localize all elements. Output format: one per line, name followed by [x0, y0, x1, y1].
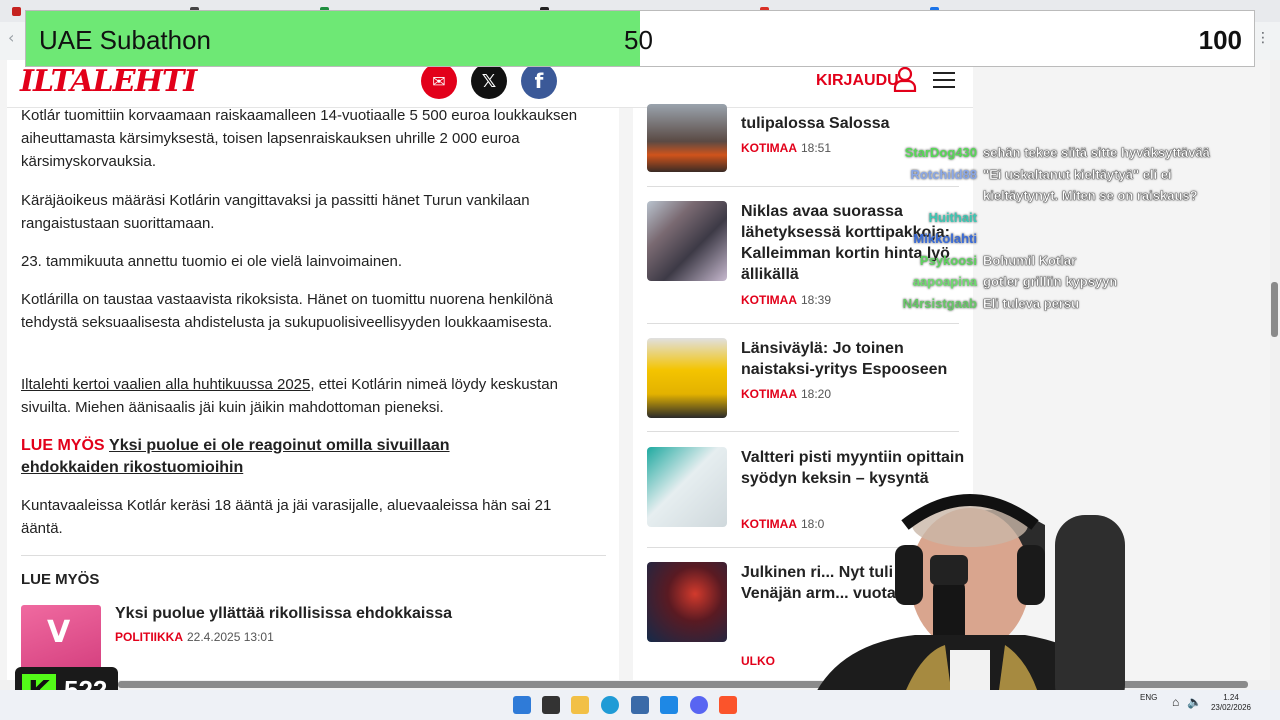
gmail-tab-icon[interactable] — [12, 7, 21, 16]
screen: ‹ ⋮ ILTALEHTI ✉ 𝕏 f KIRJAUDU Kotlár tuom… — [0, 0, 1280, 720]
chat-message: Rotchild88 "Ei uskaltanut kieltäytyä" eli… — [895, 166, 1270, 189]
login-link[interactable]: KIRJAUDU — [816, 72, 899, 90]
news-title[interactable]: tulipalossa Salossa — [741, 113, 966, 134]
read-also-label: LUE MYÖS — [21, 437, 105, 454]
subathon-title: UAE Subathon — [39, 25, 212, 55]
edge-icon[interactable] — [601, 696, 619, 714]
news-thumbnail[interactable] — [647, 104, 727, 172]
vertical-scrollbar-thumb[interactable] — [1271, 282, 1278, 337]
category-label[interactable]: POLITIIKKA — [115, 630, 183, 644]
timestamp: 18:51 — [801, 141, 832, 155]
hamburger-menu-icon[interactable] — [933, 72, 955, 88]
chat-message: Psykoosi Bohumil Kotlar — [895, 252, 1270, 275]
app-icon[interactable] — [660, 696, 678, 714]
article-paragraph-linked: Iltalehti kertoi vaalien alla huhtikuuss… — [21, 373, 581, 419]
news-meta: KOTIMAA 18:20 — [741, 387, 831, 401]
news-thumbnail[interactable] — [647, 338, 727, 418]
chat-text: Bohumil Kotlar — [983, 252, 1077, 268]
system-clock[interactable]: 1.24 23/02/2026 — [1208, 693, 1254, 713]
chat-text: "Ei uskaltanut kieltäytyä" eli ei — [983, 166, 1172, 182]
discord-icon[interactable] — [690, 696, 708, 714]
chat-message: Mikkolahti — [895, 231, 1270, 253]
chat-message: Huithait — [895, 210, 1270, 232]
file-explorer-icon[interactable] — [571, 696, 589, 714]
task-view-icon[interactable] — [542, 696, 560, 714]
chat-username: Mikkolahti — [913, 231, 977, 246]
back-arrow-icon[interactable]: ‹ — [8, 28, 14, 47]
chat-text: Eli tuleva persu — [983, 295, 1080, 311]
chat-text: sehän tekee siitä sitte hyväksyttävää — [983, 145, 1210, 160]
read-also-inline: LUE MYÖS Yksi puolue ei ole reagoinut om… — [21, 435, 541, 479]
timestamp: 18:39 — [801, 293, 832, 307]
timestamp: 22.4.2025 13:01 — [187, 630, 274, 644]
brave-icon[interactable] — [719, 696, 737, 714]
subathon-max: 100 — [1198, 25, 1242, 55]
windows-start-icon[interactable] — [513, 696, 531, 714]
site-logo[interactable]: ILTALEHTI — [20, 64, 197, 99]
news-meta: KOTIMAA 18:39 — [741, 293, 831, 307]
keyboard-language[interactable]: ENG — [1140, 693, 1157, 703]
share-x-icon[interactable]: 𝕏 — [471, 63, 507, 99]
news-title[interactable]: Länsiväylä: Jo toinen naistaksi-yritys E… — [741, 338, 966, 380]
article-paragraph: Kuntavaaleissa Kotlár keräsi 18 ääntä ja… — [21, 497, 552, 537]
divider — [647, 323, 959, 324]
timestamp: 18:20 — [801, 387, 832, 401]
chat-username: Psykoosi — [919, 252, 977, 268]
user-icon[interactable] — [893, 66, 917, 92]
article-paragraph: 23. tammikuuta annettu tuomio ei ole vie… — [21, 253, 403, 270]
news-item[interactable]: Länsiväylä: Jo toinen naistaksi-yritys E… — [647, 338, 967, 418]
network-icon[interactable]: ⌂ — [1172, 696, 1179, 708]
news-thumbnail[interactable] — [647, 447, 727, 527]
article-inline-link[interactable]: Iltalehti kertoi vaalien alla huhtikuuss… — [21, 376, 310, 393]
stream-chat-overlay: StarDog430 sehän tekee siitä sitte hyväks… — [895, 145, 1270, 317]
news-thumbnail[interactable] — [647, 562, 727, 642]
divider — [647, 431, 959, 432]
streamer-webcam — [805, 494, 1135, 720]
chat-username: StarDog430 — [904, 145, 977, 160]
related-article-meta: POLITIIKKA 22.4.2025 13:01 — [115, 630, 274, 644]
chat-message: N4rsistgaab Eli tuleva persu — [895, 295, 1270, 318]
chat-message: kieltäytynyt. Miten se on raiskaus? — [895, 188, 1270, 210]
article-paragraph: Kotlárilla on taustaa vastaavista rikoks… — [21, 291, 553, 331]
share-facebook-icon[interactable]: f — [521, 63, 557, 99]
clock-date: 23/02/2026 — [1210, 703, 1252, 712]
divider — [21, 555, 606, 556]
news-thumbnail[interactable] — [647, 201, 727, 281]
chat-message: StarDog430 sehän tekee siitä sitte hyväks… — [895, 145, 1270, 167]
app-icon[interactable] — [631, 696, 649, 714]
news-meta: KOTIMAA 18:51 — [741, 141, 831, 155]
subathon-progress-bar: UAE Subathon 50 100 — [25, 10, 1255, 67]
chat-username: N4rsistgaab — [902, 295, 977, 311]
chat-username: Rotchild88 — [910, 166, 977, 182]
chat-username: Huithait — [928, 209, 977, 225]
volume-icon[interactable]: 🔈 — [1187, 696, 1202, 708]
more-menu-icon[interactable]: ⋮ — [1256, 30, 1270, 46]
vertical-scrollbar[interactable] — [1270, 60, 1280, 680]
category-label[interactable]: KOTIMAA — [741, 387, 797, 401]
related-article-title[interactable]: Yksi puolue yllättää rikollisissa ehdokk… — [115, 605, 452, 623]
chat-text: kieltäytynyt. Miten se on raiskaus? — [983, 188, 1198, 203]
chat-text: gotler grilliin kypsyyn — [983, 274, 1118, 289]
chat-message: aapoapina gotler grilliin kypsyyn — [895, 274, 1270, 296]
share-email-icon[interactable]: ✉ — [421, 63, 457, 99]
article-paragraph: Kotlár tuomittiin korvaamaan raiskaamall… — [21, 107, 578, 170]
clock-time: 1.24 — [1223, 693, 1239, 702]
category-label[interactable]: KOTIMAA — [741, 293, 797, 307]
category-label[interactable]: KOTIMAA — [741, 141, 797, 155]
chat-username: aapoapina — [912, 274, 977, 289]
subathon-current: 50 — [624, 25, 653, 55]
article-paragraph: Käräjäoikeus määräsi Kotlárin vangittava… — [21, 192, 530, 232]
read-also-heading: LUE MYÖS — [21, 571, 100, 588]
